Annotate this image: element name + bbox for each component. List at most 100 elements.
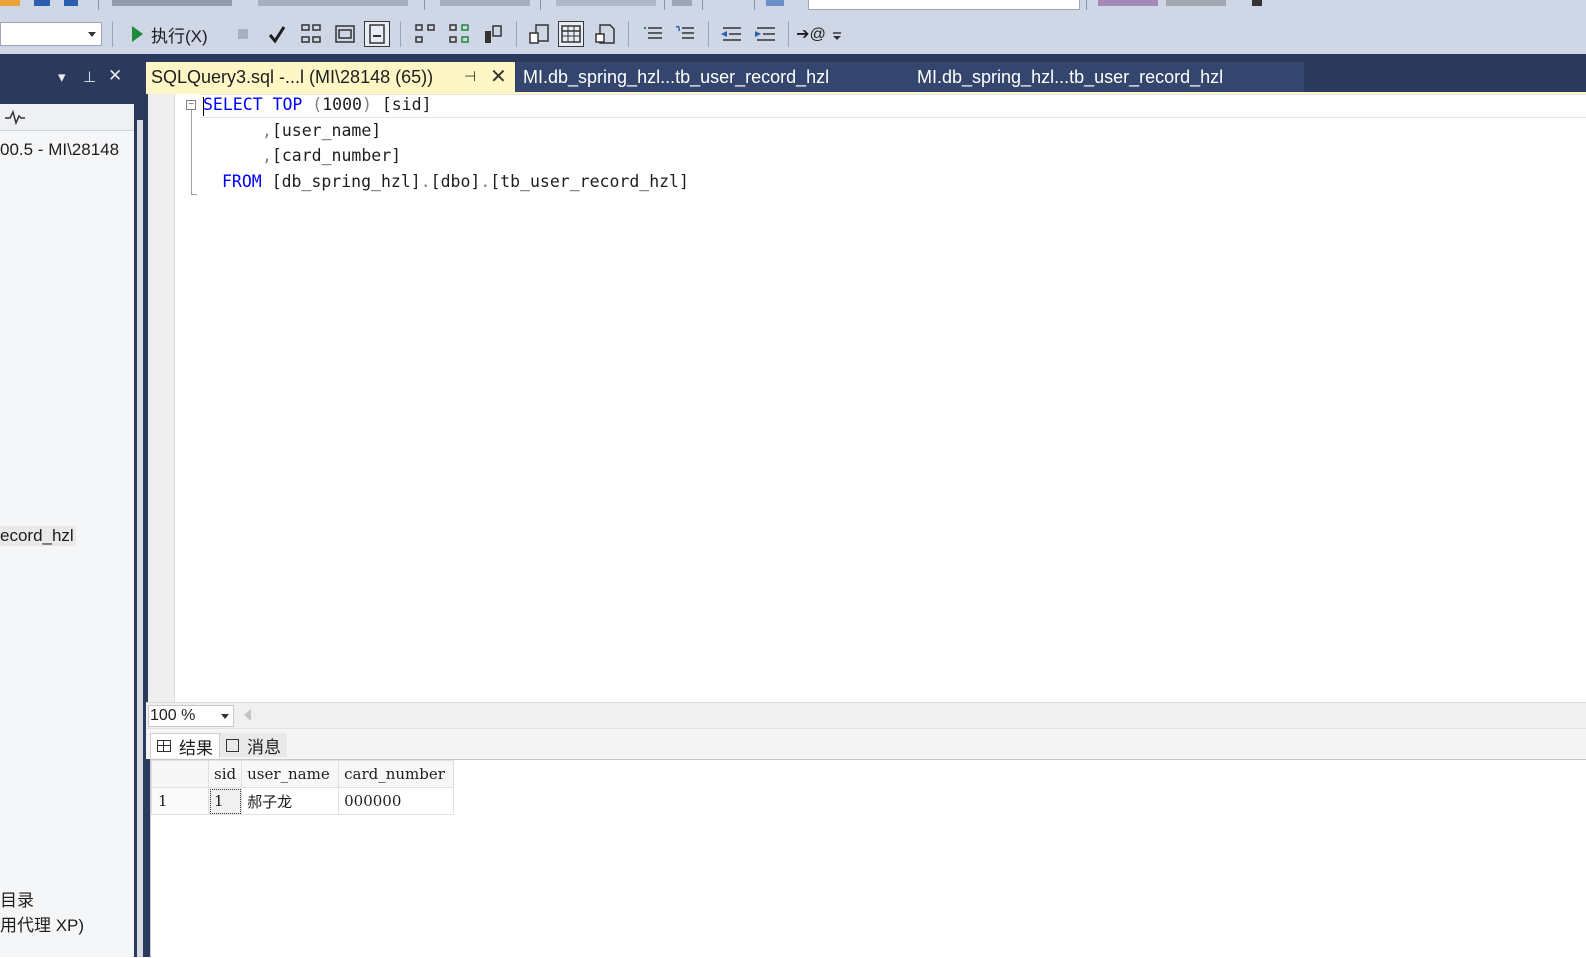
panel-menu-icon[interactable]: ▾ (58, 68, 66, 86)
tab-results-label: 结果 (179, 738, 213, 758)
play-icon (132, 26, 143, 42)
save-all-icon[interactable] (64, 0, 78, 6)
outdent-icon (721, 27, 741, 41)
tab-table-view-2[interactable]: MI.db_spring_hzl...tb_user_record_hzl (909, 62, 1304, 92)
stop-button[interactable] (230, 21, 256, 47)
database-identifier: [db_spring_hzl] (271, 172, 421, 191)
extensions-icon[interactable] (1098, 0, 1158, 6)
comment-icon (644, 27, 662, 39)
cell-sid[interactable]: 1 (207, 787, 243, 815)
object-explorer-toolbar (0, 104, 134, 131)
activity-monitor-icon[interactable] (4, 109, 26, 125)
zoom-value: 100 % (150, 707, 196, 724)
client-stats-icon (485, 25, 502, 43)
keyword: TOP (272, 95, 303, 114)
tab-messages-label: 消息 (247, 737, 281, 757)
undo-redo-icon[interactable] (556, 0, 656, 6)
toolbar-overflow-icon[interactable] (1252, 0, 1262, 6)
zoom-select[interactable]: 100 % (148, 705, 234, 727)
column-header-sid[interactable]: sid (207, 760, 243, 788)
find-icon[interactable] (766, 0, 784, 6)
mdx-icon[interactable] (258, 0, 408, 6)
solution-icon[interactable] (672, 0, 692, 6)
tab-table-view-1[interactable]: MI.db_spring_hzl...tb_user_record_hzl (516, 62, 909, 92)
sqlcmd-mode-button[interactable] (364, 21, 390, 47)
results-to-grid-button[interactable] (558, 21, 584, 47)
window-icon[interactable] (1166, 0, 1226, 6)
chevron-down-icon (833, 32, 841, 40)
cut-copy-icon[interactable] (440, 0, 530, 6)
indent-icon (755, 27, 775, 41)
code-line-3: ,[card_number] (262, 146, 401, 165)
live-query-stats-button[interactable] (446, 21, 472, 47)
tab-label: MI.db_spring_hzl...tb_user_record_hzl (523, 66, 830, 87)
pin-icon[interactable]: ⊣ (464, 68, 476, 85)
results-to-file-button[interactable] (592, 21, 618, 47)
close-icon[interactable]: ✕ (490, 64, 507, 89)
uncomment-button[interactable] (672, 21, 698, 47)
check-icon (268, 26, 286, 44)
decrease-indent-button[interactable] (718, 21, 744, 47)
tab-results[interactable]: 结果 (150, 733, 220, 758)
keyword: FROM (222, 172, 262, 191)
code-line-2: ,[user_name] (262, 121, 381, 140)
cell-user-name[interactable]: 郝子龙 (241, 787, 340, 815)
column-header-card-number[interactable]: card_number (338, 760, 455, 788)
tree-node-label[interactable]: 目录 (0, 886, 34, 911)
close-icon[interactable]: ✕ (108, 66, 122, 86)
keyword: SELECT (203, 95, 263, 114)
query-designer-button[interactable] (332, 21, 358, 47)
include-actual-plan-button[interactable] (412, 21, 438, 47)
specify-values-icon: ➔@ (796, 26, 826, 43)
table-node-label[interactable]: ecord_hzl (0, 526, 76, 546)
find-input[interactable] (808, 0, 1080, 10)
sql-query-editor[interactable]: − SELECT TOP (1000) [sid] ,[user_name] ,… (148, 94, 1586, 702)
uncomment-icon (675, 25, 694, 39)
client-statistics-button[interactable] (480, 21, 506, 47)
comment-out-button[interactable] (640, 21, 666, 47)
editor-status-bar: 100 % (146, 702, 1586, 729)
paren: ) (361, 95, 372, 114)
grid-icon (157, 740, 171, 752)
corner-cell[interactable] (151, 760, 209, 788)
comma: , (262, 121, 272, 140)
execute-label: 执行(X) (151, 26, 208, 46)
include-stats-icon (449, 24, 469, 43)
schema-identifier: [dbo] (430, 172, 481, 191)
display-estimated-plan-button[interactable] (298, 21, 324, 47)
save-icon[interactable] (34, 0, 50, 6)
results-to-text-icon (529, 24, 549, 44)
chevron-down-icon (221, 714, 229, 719)
specify-values-button[interactable]: ➔@ (796, 21, 826, 47)
object-explorer-panel: ▾ ⊥ ✕ 00.5 - MI\28148 ecord_hzl 目录 用代理 X… (0, 54, 134, 957)
tab-sqlquery3[interactable]: SQLQuery3.sql -...l (MI\28148 (65)) ⊣ ✕ (146, 62, 515, 92)
increase-indent-button[interactable] (752, 21, 778, 47)
parse-button[interactable] (264, 21, 290, 47)
number-literal: 1000 (322, 95, 362, 114)
tab-messages[interactable]: 消息 (220, 733, 287, 757)
column-header-user-name[interactable]: user_name (241, 760, 340, 788)
code-line-4: FROM [db_spring_hzl].[dbo].[tb_user_reco… (222, 172, 689, 191)
cell-card-number[interactable]: 000000 (338, 787, 455, 815)
comma: , (262, 146, 272, 165)
available-databases-select[interactable] (0, 22, 102, 46)
execute-button[interactable]: 执行(X) (126, 21, 222, 47)
collapse-icon[interactable]: − (186, 100, 196, 110)
tree-node-label[interactable]: 用代理 XP) (0, 911, 84, 936)
scroll-left-icon[interactable] (244, 709, 251, 721)
document-tab-bar: SQLQuery3.sql -...l (MI\28148 (65)) ⊣ ✕ … (146, 62, 1586, 92)
results-grid: sid user_name card_number 1 1 郝子龙 000000 (151, 760, 455, 815)
editor-gutter (148, 94, 175, 702)
new-query-icon[interactable] (0, 0, 20, 6)
pin-icon[interactable]: ⊥ (83, 68, 96, 86)
server-node-label[interactable]: 00.5 - MI\28148 (0, 140, 119, 160)
toolbar-options-button[interactable] (830, 21, 844, 47)
results-to-text-button[interactable] (526, 21, 552, 47)
chevron-down-icon (88, 32, 96, 37)
row-number[interactable]: 1 (151, 787, 209, 815)
new-query-button-icon[interactable] (112, 0, 232, 6)
column-identifier: [user_name] (271, 121, 382, 140)
display-plan-icon (301, 24, 321, 43)
document-icon (369, 24, 385, 44)
fold-guide (191, 110, 192, 194)
